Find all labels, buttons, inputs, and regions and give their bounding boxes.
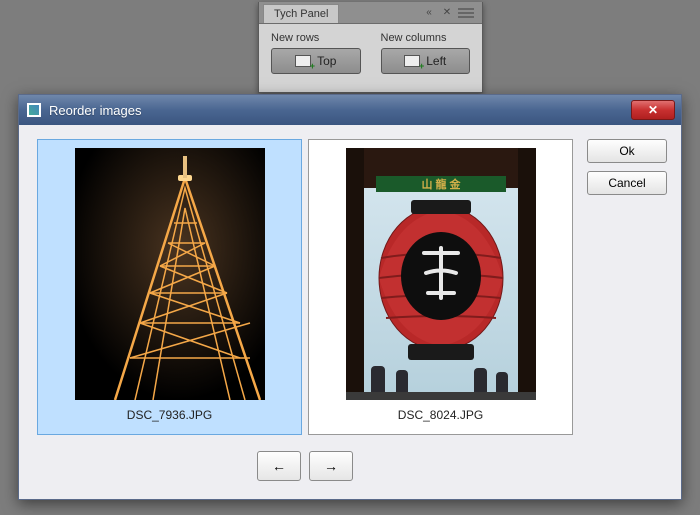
reorder-dialog: Reorder images ✕ (18, 94, 682, 500)
close-button[interactable]: ✕ (631, 100, 675, 120)
new-rows-label: New rows (271, 32, 361, 44)
arrow-left-icon: ← (272, 458, 286, 474)
dialog-title: Reorder images (49, 103, 631, 118)
new-columns-label: New columns (381, 32, 471, 44)
window-icon (27, 103, 41, 117)
thumbnail-2-caption: DSC_8024.JPG (398, 408, 483, 422)
top-button[interactable]: Top (271, 48, 361, 74)
svg-text:山 龍 金: 山 龍 金 (421, 177, 461, 191)
thumbnail-1[interactable]: DSC_7936.JPG (37, 139, 302, 435)
thumbnail-1-caption: DSC_7936.JPG (127, 408, 212, 422)
panel-tab[interactable]: Tych Panel (263, 4, 339, 23)
cancel-button[interactable]: Cancel (587, 171, 667, 195)
thumbnail-1-image (75, 148, 265, 400)
top-button-label: Top (317, 54, 336, 68)
arrow-right-icon: → (324, 458, 338, 474)
ok-button[interactable]: Ok (587, 139, 667, 163)
nav-right-button[interactable]: → (309, 451, 353, 481)
close-icon[interactable]: ✕ (440, 6, 454, 20)
left-button[interactable]: Left (381, 48, 471, 74)
tych-panel: Tych Panel « ✕ New rows Top New columns … (258, 2, 483, 93)
left-button-label: Left (426, 54, 446, 68)
panel-body: New rows Top New columns Left (259, 24, 482, 92)
panel-header: Tych Panel « ✕ (259, 2, 482, 24)
nav-left-button[interactable]: ← (257, 451, 301, 481)
row-icon (295, 55, 311, 67)
titlebar[interactable]: Reorder images ✕ (19, 95, 681, 125)
thumbnail-2-image: 山 龍 金 (346, 148, 536, 400)
column-icon (404, 55, 420, 67)
menu-icon[interactable] (458, 8, 478, 18)
collapse-icon[interactable]: « (422, 6, 436, 20)
thumbnail-2[interactable]: 山 龍 金 (308, 139, 573, 435)
